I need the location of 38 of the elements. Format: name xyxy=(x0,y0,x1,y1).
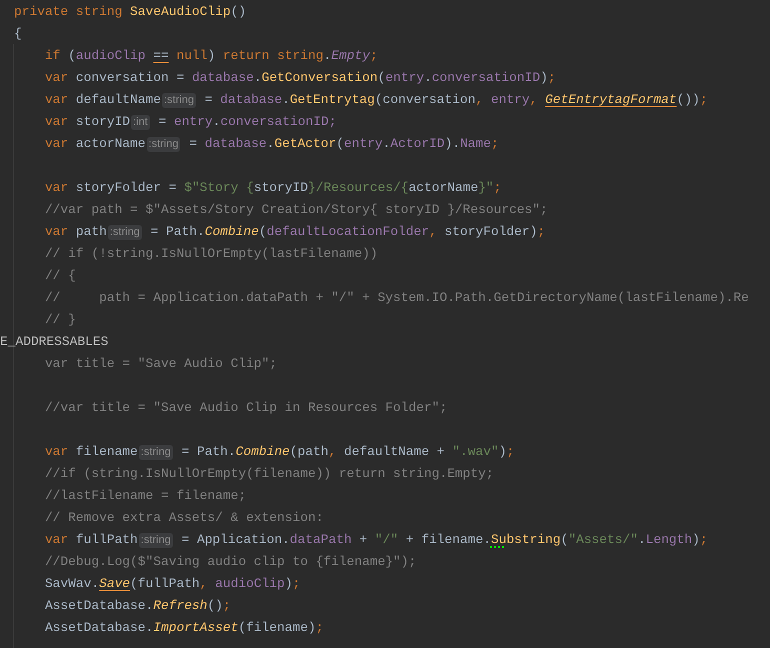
type-hint: :string xyxy=(162,92,196,108)
type-hint: :string xyxy=(108,224,142,240)
type-hint: :string xyxy=(146,136,180,152)
code-text: SavWav.Save(fullPath, audioClip); xyxy=(44,575,300,593)
code-text: var conversation = database.GetConversation(entry.conversationID); xyxy=(44,69,556,87)
code-comment: // { xyxy=(44,267,76,285)
code-text: var fullPath xyxy=(44,531,138,549)
code-text: var path xyxy=(44,223,107,241)
code-text: = Path.Combine(defaultLocationFolder, storyFolder); xyxy=(150,223,546,241)
code-text: = Application.dataPath + "/" + filename.Substring("Assets/".Length); xyxy=(180,531,708,549)
code-comment: // } xyxy=(44,311,76,329)
type-hint: :int xyxy=(131,114,150,130)
preprocessor-directive: E_ADDRESSABLES xyxy=(0,333,108,351)
code-text: AssetDatabase.Refresh(); xyxy=(44,597,231,615)
code-text: = entry.conversationID; xyxy=(157,113,336,131)
code-comment: // if (!string.IsNullOrEmpty(lastFilename)) xyxy=(44,245,378,263)
type-hint: :string xyxy=(138,532,173,548)
code-text: AssetDatabase.ImportAsset(filename); xyxy=(44,619,324,637)
code-comment: //if (string.IsNullOrEmpty(filename)) return string.Empty; xyxy=(44,465,494,483)
code-comment: //Debug.Log($"Saving audio clip to {filename}"); xyxy=(44,553,416,571)
code-text: var actorName xyxy=(44,135,146,153)
code-comment: // Remove extra Assets/ & extension: xyxy=(44,509,324,527)
code-text: var filename xyxy=(44,443,138,461)
code-text: = database.GetEntrytag(conversation, entry, GetEntrytagFormat()); xyxy=(204,91,708,109)
code-text: { xyxy=(14,25,22,43)
code-comment: // path = Application.dataPath + "/" + System.IO.Path.GetDirectoryName(lastFilename).Re xyxy=(44,289,749,307)
type-hint: :string xyxy=(138,444,173,460)
code-comment: //lastFilename = filename; xyxy=(44,487,246,505)
code-comment: var title = "Save Audio Clip"; xyxy=(44,355,278,373)
code-text: private string SaveAudioClip() xyxy=(14,3,246,21)
code-text: var defaultName xyxy=(44,91,161,109)
code-text: if (audioClip == null) return string.Empty; xyxy=(44,47,378,65)
code-comment: //var path = $"Assets/Story Creation/Story{ storyID }/Resources"; xyxy=(44,201,548,219)
code-text: = Path.Combine(path, defaultName + ".wav"); xyxy=(180,443,514,461)
code-text: var storyID xyxy=(44,113,130,131)
code-comment: //var title = "Save Audio Clip in Resources Folder"; xyxy=(44,399,448,417)
code-text: var storyFolder = $"Story {storyID}/Resources/{actorName}"; xyxy=(44,179,502,197)
code-text: = database.GetActor(entry.ActorID).Name; xyxy=(188,135,499,153)
